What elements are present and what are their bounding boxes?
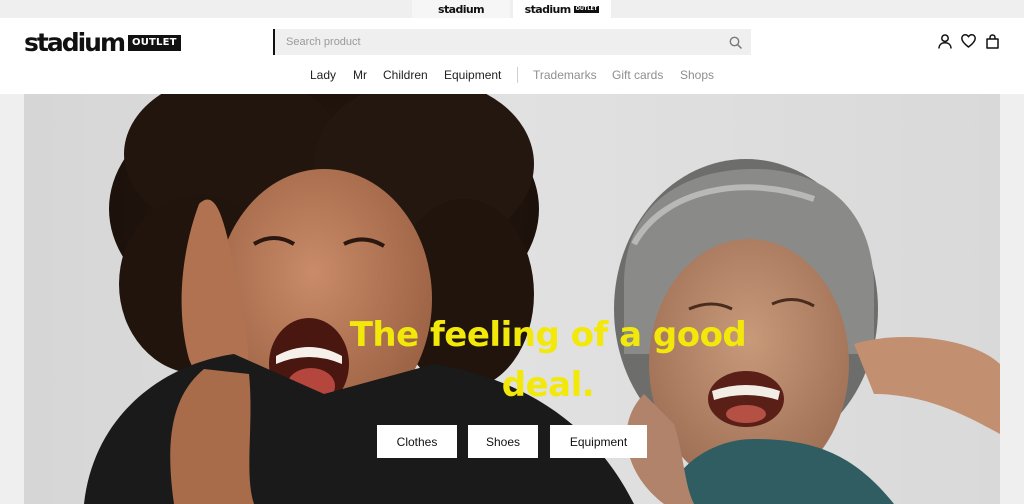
clothes-button[interactable]: Clothes [377, 425, 457, 458]
main-nav: Lady Mr Children Equipment Trademarks Gi… [0, 67, 1024, 85]
brand-switcher: stadium stadium OUTLET [0, 0, 1024, 18]
nav-divider [517, 67, 518, 83]
brand-tab-stadium-label: stadium [438, 2, 485, 16]
hero-headline-line1: The feeling of a good [349, 315, 747, 355]
logo-wordmark: stadium [24, 28, 126, 57]
nav-item-children[interactable]: Children [383, 68, 428, 82]
user-icon[interactable] [937, 33, 952, 49]
hero-banner[interactable]: The feeling of a good deal. Clothes Shoe… [24, 94, 1000, 504]
nav-item-gift-cards[interactable]: Gift cards [612, 68, 663, 82]
brand-tab-outlet[interactable]: stadium OUTLET [513, 0, 611, 18]
equipment-button[interactable]: Equipment [550, 425, 647, 458]
nav-item-mr[interactable]: Mr [353, 68, 367, 82]
hero-section: The feeling of a good deal. Clothes Shoe… [0, 94, 1024, 504]
search-icon[interactable] [719, 29, 751, 55]
search-bar [273, 29, 751, 55]
nav-item-trademarks[interactable]: Trademarks [533, 68, 597, 82]
hero-cta-group: Clothes Shoes Equipment [24, 425, 1000, 458]
brand-tab-outlet-label: stadium [524, 2, 572, 16]
brand-tab-stadium[interactable]: stadium [412, 0, 510, 18]
hero-headline-line2: deal. [501, 365, 595, 405]
hero-headline: The feeling of a good deal. [24, 310, 1000, 410]
shoes-button[interactable]: Shoes [468, 425, 538, 458]
nav-item-lady[interactable]: Lady [310, 68, 336, 82]
header-actions [937, 33, 1000, 49]
nav-item-equipment[interactable]: Equipment [444, 68, 501, 82]
heart-icon[interactable] [961, 33, 976, 49]
nav-item-shops[interactable]: Shops [680, 68, 714, 82]
brand-tab-outlet-badge: OUTLET [573, 5, 600, 13]
site-header: stadium OUTLET Lady Mr Children Equipmen… [0, 18, 1024, 94]
search-input[interactable] [275, 29, 719, 55]
site-logo[interactable]: stadium OUTLET [24, 30, 181, 55]
logo-outlet-badge: OUTLET [128, 34, 181, 51]
bag-icon[interactable] [985, 33, 1000, 49]
